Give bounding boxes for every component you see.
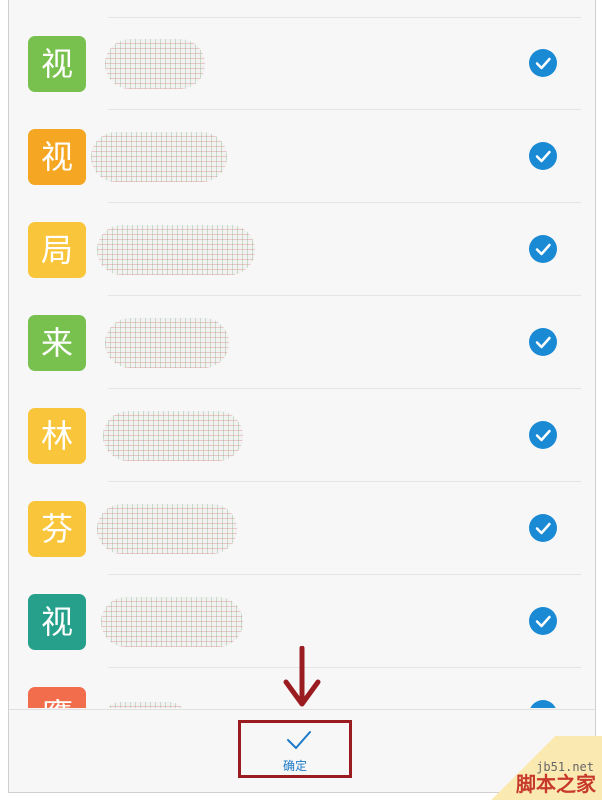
check-icon[interactable] <box>529 421 557 449</box>
contact-list[interactable]: 视 视 局 来 林 芬 视 <box>9 0 595 708</box>
contact-row[interactable]: 芬 <box>9 482 595 575</box>
confirm-label: 确定 <box>282 759 307 773</box>
contact-avatar: 视 <box>28 36 86 92</box>
contact-row[interactable]: 林 <box>9 389 595 482</box>
contact-row[interactable]: 来 <box>9 296 595 389</box>
check-icon[interactable] <box>529 700 557 708</box>
arrow-down-icon <box>283 646 321 707</box>
contact-name-blurred <box>97 225 255 275</box>
contact-name-blurred <box>105 702 185 708</box>
contact-row[interactable]: 局 <box>9 203 595 296</box>
contact-avatar: 芬 <box>28 501 86 557</box>
contact-name-blurred <box>105 39 205 89</box>
contact-row[interactable]: 视 <box>9 110 595 203</box>
check-icon[interactable] <box>529 235 557 263</box>
contact-name-blurred <box>101 597 243 647</box>
contact-avatar: 鹰 <box>28 687 86 708</box>
contact-avatar: 视 <box>28 594 86 650</box>
check-icon[interactable] <box>529 142 557 170</box>
contact-name-blurred <box>91 132 227 182</box>
watermark-name: 脚本之家 <box>516 772 596 796</box>
contact-name-blurred <box>103 411 243 461</box>
site-watermark: jb51.net 脚本之家 <box>487 736 602 800</box>
check-icon[interactable] <box>529 607 557 635</box>
contact-avatar: 视 <box>28 129 86 185</box>
checkmark-icon <box>287 731 311 749</box>
contact-name-blurred <box>97 504 237 554</box>
check-icon[interactable] <box>529 514 557 542</box>
contact-name-blurred <box>105 318 229 368</box>
contact-row[interactable]: 视 <box>9 17 595 110</box>
contact-avatar: 局 <box>28 222 86 278</box>
contact-avatar: 来 <box>28 315 86 371</box>
check-icon[interactable] <box>529 328 557 356</box>
check-icon[interactable] <box>529 49 557 77</box>
confirm-button[interactable]: 确定 <box>238 720 352 778</box>
contact-avatar: 林 <box>28 408 86 464</box>
